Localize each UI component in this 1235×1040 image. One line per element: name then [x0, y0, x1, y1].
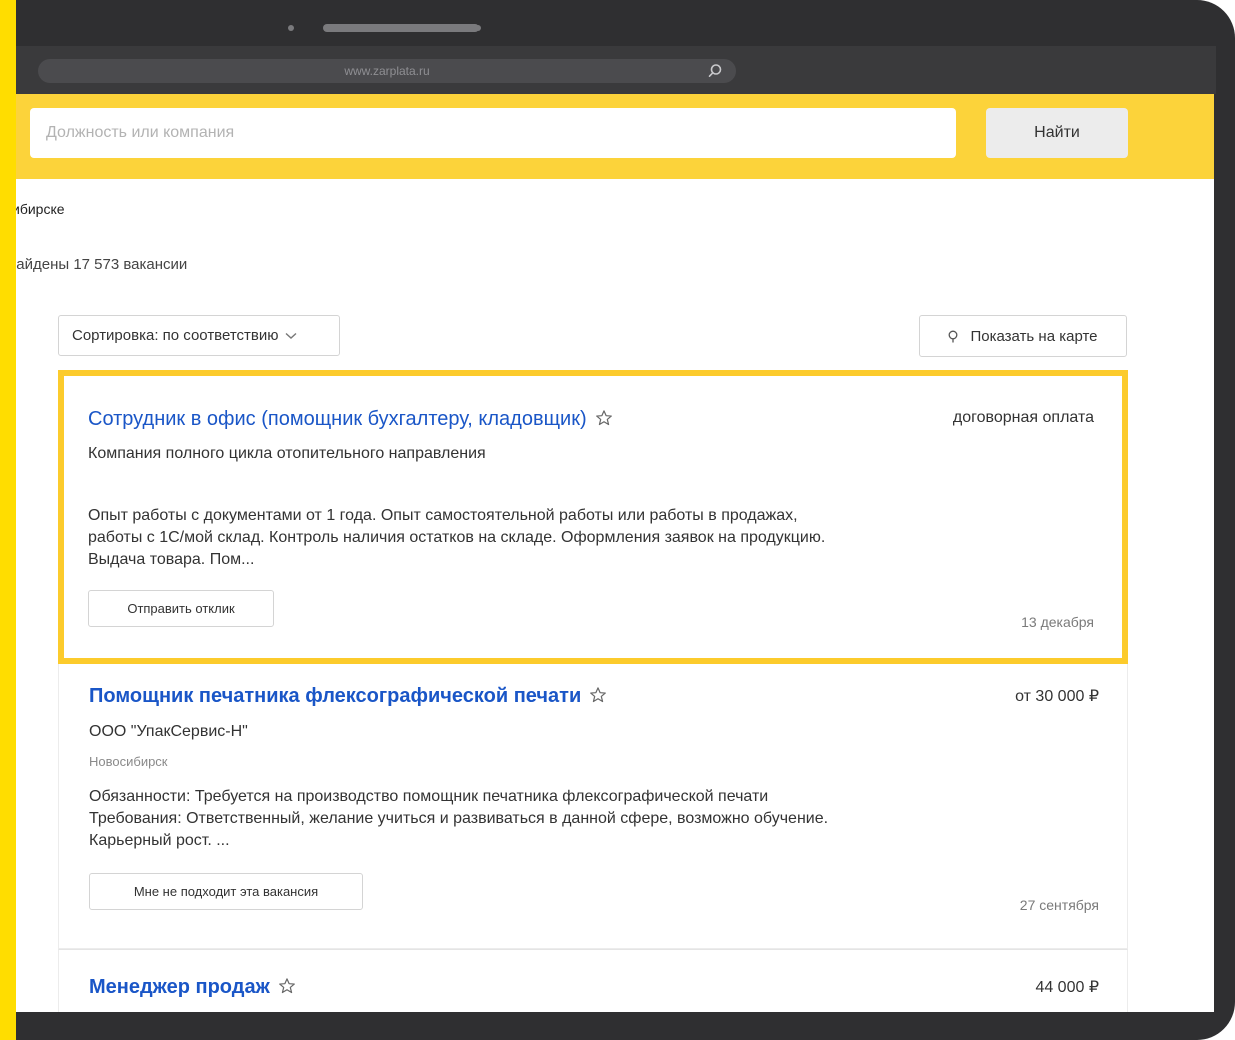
sort-dropdown[interactable]: Сортировка: по соответствию	[58, 315, 340, 356]
star-icon[interactable]	[278, 977, 296, 995]
vacancy-description: Обязанности: Требуется на производство п…	[89, 788, 829, 849]
vacancy-title[interactable]: Помощник печатника флексографической печ…	[89, 685, 607, 708]
vacancy-salary: от 30 000 ₽	[1015, 688, 1099, 705]
results-count: найдены 17 573 вакансии	[16, 256, 188, 273]
star-icon[interactable]	[595, 409, 613, 427]
vacancy-card[interactable]: Сотрудник в офис (помощник бухгалтеру, к…	[58, 370, 1128, 664]
chevron-down-icon	[285, 333, 296, 339]
search-icon[interactable]	[706, 62, 724, 80]
find-button[interactable]: Найти	[986, 108, 1128, 158]
sensor-dot	[475, 25, 481, 31]
speaker-grille	[323, 24, 479, 32]
vacancy-salary: 44 000 ₽	[1035, 979, 1099, 996]
vacancy-card[interactable]: Менеджер продаж 44 000 ₽	[58, 949, 1128, 1012]
vacancy-company: Компания полного цикла отопительного нап…	[88, 445, 486, 462]
vacancy-description: Опыт работы с документами от 1 года. Опы…	[88, 507, 826, 568]
page-viewport: Найти ибирске найдены 17 573 вакансии Со…	[16, 94, 1214, 1012]
vacancy-company: ООО "УпакСервис-Н"	[89, 723, 248, 740]
vacancy-card[interactable]: Помощник печатника флексографической печ…	[58, 664, 1128, 949]
search-header: Найти	[16, 94, 1214, 179]
star-icon[interactable]	[589, 686, 607, 704]
vacancy-date: 13 декабря	[1021, 614, 1094, 630]
url-text: www.zarplata.ru	[344, 64, 430, 78]
send-response-button[interactable]: Отправить отклик	[88, 590, 274, 627]
vacancy-salary: договорная оплата	[952, 409, 1094, 426]
camera-dot	[288, 25, 294, 31]
vacancy-title[interactable]: Менеджер продаж	[89, 976, 296, 999]
sort-label: Сортировка: по соответствию	[72, 327, 279, 344]
tablet-frame: www.zarplata.ru Найти ибирске найдены 17…	[16, 0, 1235, 1040]
vacancy-date: 27 сентября	[1019, 897, 1099, 913]
left-accent-strip	[0, 0, 16, 1040]
camera-bar	[16, 0, 1220, 46]
show-on-map-button[interactable]: Показать на карте	[919, 315, 1127, 357]
location-heading: ибирске	[16, 201, 65, 217]
vacancy-title[interactable]: Сотрудник в офис (помощник бухгалтеру, к…	[88, 408, 613, 431]
browser-toolbar: www.zarplata.ru	[16, 46, 1216, 94]
vacancy-location: Новосибирск	[89, 754, 168, 769]
not-interested-button[interactable]: Мне не подходит эта вакансия	[89, 873, 363, 910]
map-pin-icon	[949, 330, 958, 342]
search-input[interactable]	[30, 108, 956, 158]
address-bar[interactable]: www.zarplata.ru	[38, 59, 736, 83]
map-button-label: Показать на карте	[970, 327, 1098, 345]
